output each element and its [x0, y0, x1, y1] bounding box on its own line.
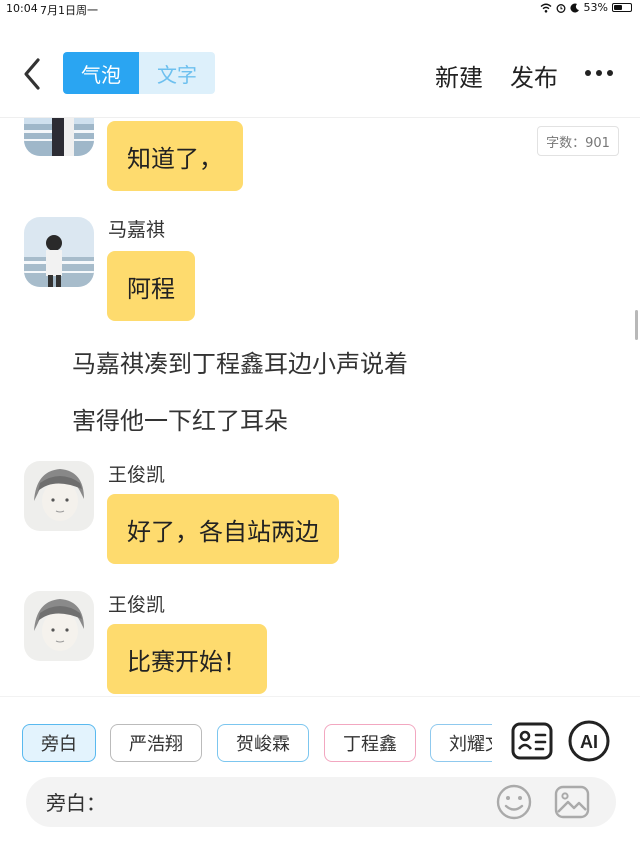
character-chip[interactable]: 刘耀文: [430, 724, 492, 762]
message-input-bar: 旁白：: [26, 777, 616, 827]
chevron-left-icon: [24, 58, 40, 90]
image-icon: [554, 785, 590, 819]
narration-text[interactable]: 害得他一下红了耳朵: [72, 401, 288, 436]
publish-button[interactable]: 发布: [510, 58, 558, 93]
mode-tabs: 气泡 文字: [63, 52, 215, 94]
input-speaker-prefix: 旁白：: [46, 791, 106, 815]
status-bar: 10:04 7月1日周一 53%: [0, 0, 640, 18]
battery-percent: 53%: [583, 1, 608, 14]
word-count-badge: 字数：901: [537, 126, 619, 156]
ai-label: AI: [580, 732, 598, 752]
avatar[interactable]: [24, 217, 94, 287]
image-button[interactable]: [552, 782, 592, 822]
character-chip[interactable]: 贺峻霖: [217, 724, 309, 762]
message-input[interactable]: [106, 785, 506, 819]
avatar[interactable]: [24, 591, 94, 661]
character-chip[interactable]: 丁程鑫: [324, 724, 416, 762]
narration-text[interactable]: 马嘉祺凑到丁程鑫耳边小声说着: [72, 344, 408, 379]
more-dot: [585, 70, 591, 76]
avatar[interactable]: [24, 118, 94, 156]
status-date: 7月1日周一: [40, 4, 98, 17]
alarm-icon: [556, 3, 565, 13]
tab-bubble[interactable]: 气泡: [63, 52, 139, 94]
avatar[interactable]: [24, 461, 94, 531]
more-dot: [596, 70, 602, 76]
character-card-button[interactable]: [510, 719, 554, 763]
back-button[interactable]: [18, 56, 48, 92]
emoji-button[interactable]: [494, 782, 534, 822]
chat-area[interactable]: 知道了， 字数：901 马嘉祺 阿程 马嘉祺凑到丁程鑫耳边小声说着 害得他一下红…: [0, 118, 640, 696]
more-dot: [607, 70, 613, 76]
message-bubble[interactable]: 好了，各自站两边: [107, 494, 339, 564]
ai-icon: AI: [568, 720, 610, 762]
new-button[interactable]: 新建: [435, 58, 483, 93]
message-bubble[interactable]: 阿程: [107, 251, 195, 321]
emoji-icon: [496, 784, 532, 820]
message-bubble[interactable]: 比赛开始！: [107, 624, 267, 694]
message-bubble[interactable]: 知道了，: [107, 121, 243, 191]
more-button[interactable]: [585, 70, 613, 78]
character-selector[interactable]: 旁白 严浩翔 贺峻霖 丁程鑫 刘耀文: [22, 724, 492, 764]
scrollbar[interactable]: [635, 310, 638, 340]
ai-button[interactable]: AI: [567, 719, 611, 763]
wifi-icon: [540, 3, 552, 13]
character-chip-narrator[interactable]: 旁白: [22, 724, 96, 762]
speaker-name: 王俊凯: [108, 464, 166, 486]
status-icons: 53%: [540, 1, 632, 14]
speaker-name: 王俊凯: [108, 594, 166, 616]
speaker-name: 马嘉祺: [108, 219, 166, 241]
composer-panel: 旁白 严浩翔 贺峻霖 丁程鑫 刘耀文 AI 旁白：: [0, 696, 640, 853]
status-time: 10:04: [6, 2, 38, 15]
tab-text[interactable]: 文字: [139, 52, 215, 94]
contact-card-icon: [511, 722, 553, 760]
character-chip[interactable]: 严浩翔: [110, 724, 202, 762]
battery-fill: [614, 5, 622, 10]
battery-icon: [612, 3, 632, 12]
moon-icon: [570, 3, 579, 13]
